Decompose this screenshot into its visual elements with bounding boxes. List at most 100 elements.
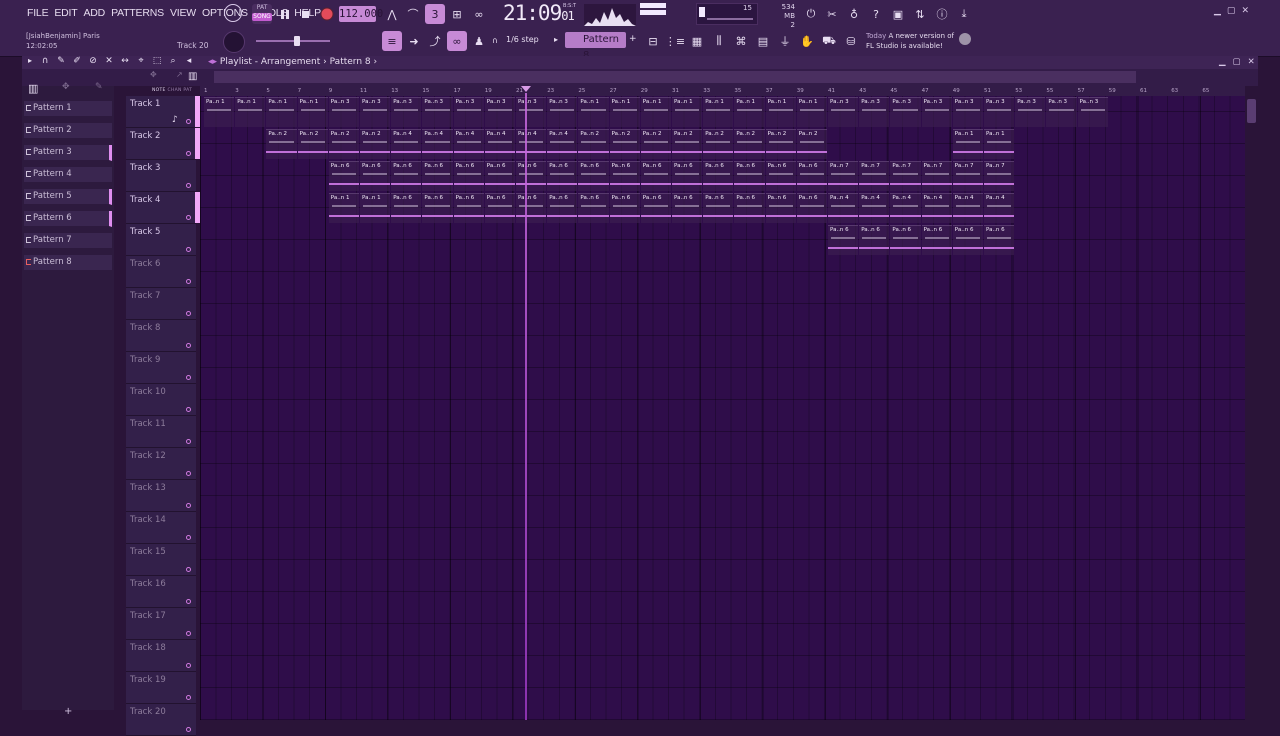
add-pattern-icon[interactable]: + (629, 34, 637, 44)
pattern-song-toggle[interactable]: PAT SONG (252, 4, 272, 24)
track-mute-icon[interactable] (186, 727, 191, 732)
zoom-icon[interactable]: ⌕ (166, 56, 180, 66)
pattern-clip[interactable]: Pa..n 6 (734, 161, 765, 191)
track-header-8[interactable]: Track 8 (126, 320, 196, 352)
shop-button[interactable]: ⛁ (841, 31, 861, 51)
pattern-clip[interactable]: Pa..n 6 (890, 225, 921, 255)
microphone-button[interactable]: ♁ (844, 4, 864, 24)
pattern-clip[interactable]: Pa..n 6 (484, 193, 515, 223)
picker-drag-icon[interactable]: ✥ (150, 70, 157, 79)
pattern-clip[interactable]: Pa..n 6 (422, 193, 453, 223)
vertical-scrollbar[interactable] (1245, 96, 1258, 720)
pattern-clip[interactable]: Pa..n 2 (328, 129, 359, 159)
menu-patterns[interactable]: PATTERNS (108, 7, 167, 19)
track-mute-icon[interactable] (186, 279, 191, 284)
pattern-clip[interactable]: Pa..n 1 (952, 129, 983, 159)
track-mute-icon[interactable] (186, 439, 191, 444)
track-header-20[interactable]: Track 20 (126, 704, 196, 736)
metronome-button[interactable]: ⋀ (382, 4, 402, 24)
pattern-clip[interactable]: Pa..n 7 (921, 161, 952, 191)
master-volume-slider[interactable] (256, 40, 330, 42)
pattern-clip[interactable]: Pa..n 3 (360, 97, 391, 127)
pattern-clip[interactable]: Pa..n 4 (516, 129, 547, 159)
pattern-clip[interactable]: Pa..n 6 (734, 193, 765, 223)
track-mute-icon[interactable] (186, 247, 191, 252)
pattern-clip[interactable]: Pa..n 3 (952, 97, 983, 127)
news-icon[interactable] (959, 33, 971, 45)
pattern-clip[interactable]: Pa..n 2 (734, 129, 765, 159)
mixer-button[interactable]: ⇅ (910, 4, 930, 24)
pattern-clip[interactable]: Pa..n 4 (890, 193, 921, 223)
pattern-clip[interactable]: Pa..n 4 (391, 129, 422, 159)
playlist-maximize-icon[interactable]: ▢ (1233, 57, 1241, 67)
playlist-menu-icon[interactable]: ▸ (24, 56, 36, 66)
pattern-clip[interactable]: Pa..n 6 (796, 161, 827, 191)
picker-pattern-8[interactable]: Pattern 8 (24, 255, 112, 271)
track-header-1[interactable]: Track 1 (126, 96, 200, 128)
loop-record-button[interactable]: ∞ (469, 4, 489, 24)
pattern-clip[interactable]: Pa..n 4 (859, 193, 890, 223)
pattern-clip[interactable]: Pa..n 6 (547, 161, 578, 191)
pattern-clip[interactable]: Pa..n 6 (984, 225, 1015, 255)
picker-pattern-3[interactable]: Pattern 3 (24, 145, 112, 161)
track-header-6[interactable]: Track 6 (126, 256, 196, 288)
playback-icon[interactable]: ◂ (182, 56, 196, 66)
news-panel[interactable]: Today A newer version of FL Studio is av… (866, 31, 954, 51)
pattern-clip[interactable]: Pa..n 2 (765, 129, 796, 159)
track-header-10[interactable]: Track 10 (126, 384, 196, 416)
pattern-clip[interactable]: Pa..n 2 (672, 129, 703, 159)
track-header-15[interactable]: Track 15 (126, 544, 196, 576)
picker-arrow-icon[interactable]: ↗ (176, 70, 183, 79)
pattern-clip[interactable]: Pa..n 7 (952, 161, 983, 191)
playlist-current-pattern[interactable]: Pattern 8 (330, 57, 371, 67)
channel-rack-button[interactable]: ⋮≡ (665, 31, 685, 51)
picker-pattern-1[interactable]: Pattern 1 (24, 101, 112, 117)
pattern-clip[interactable]: Pa..n 3 (1046, 97, 1077, 127)
pattern-clip[interactable]: Pa..n 4 (422, 129, 453, 159)
picker-pattern-6[interactable]: Pattern 6 (24, 211, 112, 227)
pattern-clip[interactable]: Pa..n 2 (796, 129, 827, 159)
track-mute-icon[interactable] (186, 119, 191, 124)
timeline-ruler[interactable] (200, 86, 1245, 96)
pattern-clip[interactable]: Pa..n 6 (609, 193, 640, 223)
plugin-picker-button[interactable]: ⏚ (775, 31, 795, 51)
pattern-clip[interactable]: Pa..n 1 (609, 97, 640, 127)
picker-pattern-4[interactable]: Pattern 4 (24, 167, 112, 183)
track-mute-icon[interactable] (186, 695, 191, 700)
menu-edit[interactable]: EDIT (51, 7, 80, 19)
pattern-clip[interactable]: Pa..n 3 (453, 97, 484, 127)
picker-keys-icon[interactable]: ▥ (188, 71, 197, 82)
cut-tool-button[interactable]: ✂ (822, 4, 842, 24)
track-mute-icon[interactable] (186, 343, 191, 348)
minimize-icon[interactable]: ▁ (1214, 6, 1221, 16)
pattern-clip[interactable]: Pa..n 2 (609, 129, 640, 159)
pattern-clip[interactable]: Pa..n 6 (640, 161, 671, 191)
pattern-clip[interactable]: Pa..n 6 (328, 161, 359, 191)
track-header-14[interactable]: Track 14 (126, 512, 196, 544)
pattern-clip[interactable]: Pa..n 3 (391, 97, 422, 127)
piano-roll-button[interactable]: ▦ (687, 31, 707, 51)
pattern-clip[interactable]: Pa..n 3 (1077, 97, 1108, 127)
delete-icon[interactable]: ⊘ (86, 56, 100, 66)
browser-button[interactable]: ⌘ (731, 31, 751, 51)
touch-keyboard-button[interactable]: ✋ (797, 31, 817, 51)
pattern-clip[interactable]: Pa..n 7 (890, 161, 921, 191)
blend-notes-button[interactable]: ⊞ (447, 4, 467, 24)
pattern-clip[interactable]: Pa..n 6 (952, 225, 983, 255)
pattern-clip[interactable]: Pa..n 6 (516, 193, 547, 223)
pattern-clip[interactable]: Pa..n 6 (391, 161, 422, 191)
pattern-clip[interactable]: Pa..n 4 (828, 193, 859, 223)
track-header-5[interactable]: Track 5 (126, 224, 196, 256)
tempo-tapper-button[interactable]: ⛟ (819, 31, 839, 51)
track-header-3[interactable]: Track 3 (126, 160, 196, 192)
pattern-clip[interactable]: Pa..n 3 (921, 97, 952, 127)
pattern-clip[interactable]: Pa..n 3 (484, 97, 515, 127)
pattern-clip[interactable]: Pa..n 2 (578, 129, 609, 159)
picker-move-icon[interactable]: ✥ (62, 82, 70, 92)
track-header-17[interactable]: Track 17 (126, 608, 196, 640)
pattern-clip[interactable]: Pa..n 6 (453, 161, 484, 191)
track-mute-icon[interactable] (186, 535, 191, 540)
pattern-clip[interactable]: Pa..n 1 (266, 97, 297, 127)
stamp-button[interactable]: ♟ (469, 31, 489, 51)
picker-pencil-icon[interactable]: ✎ (95, 82, 103, 92)
